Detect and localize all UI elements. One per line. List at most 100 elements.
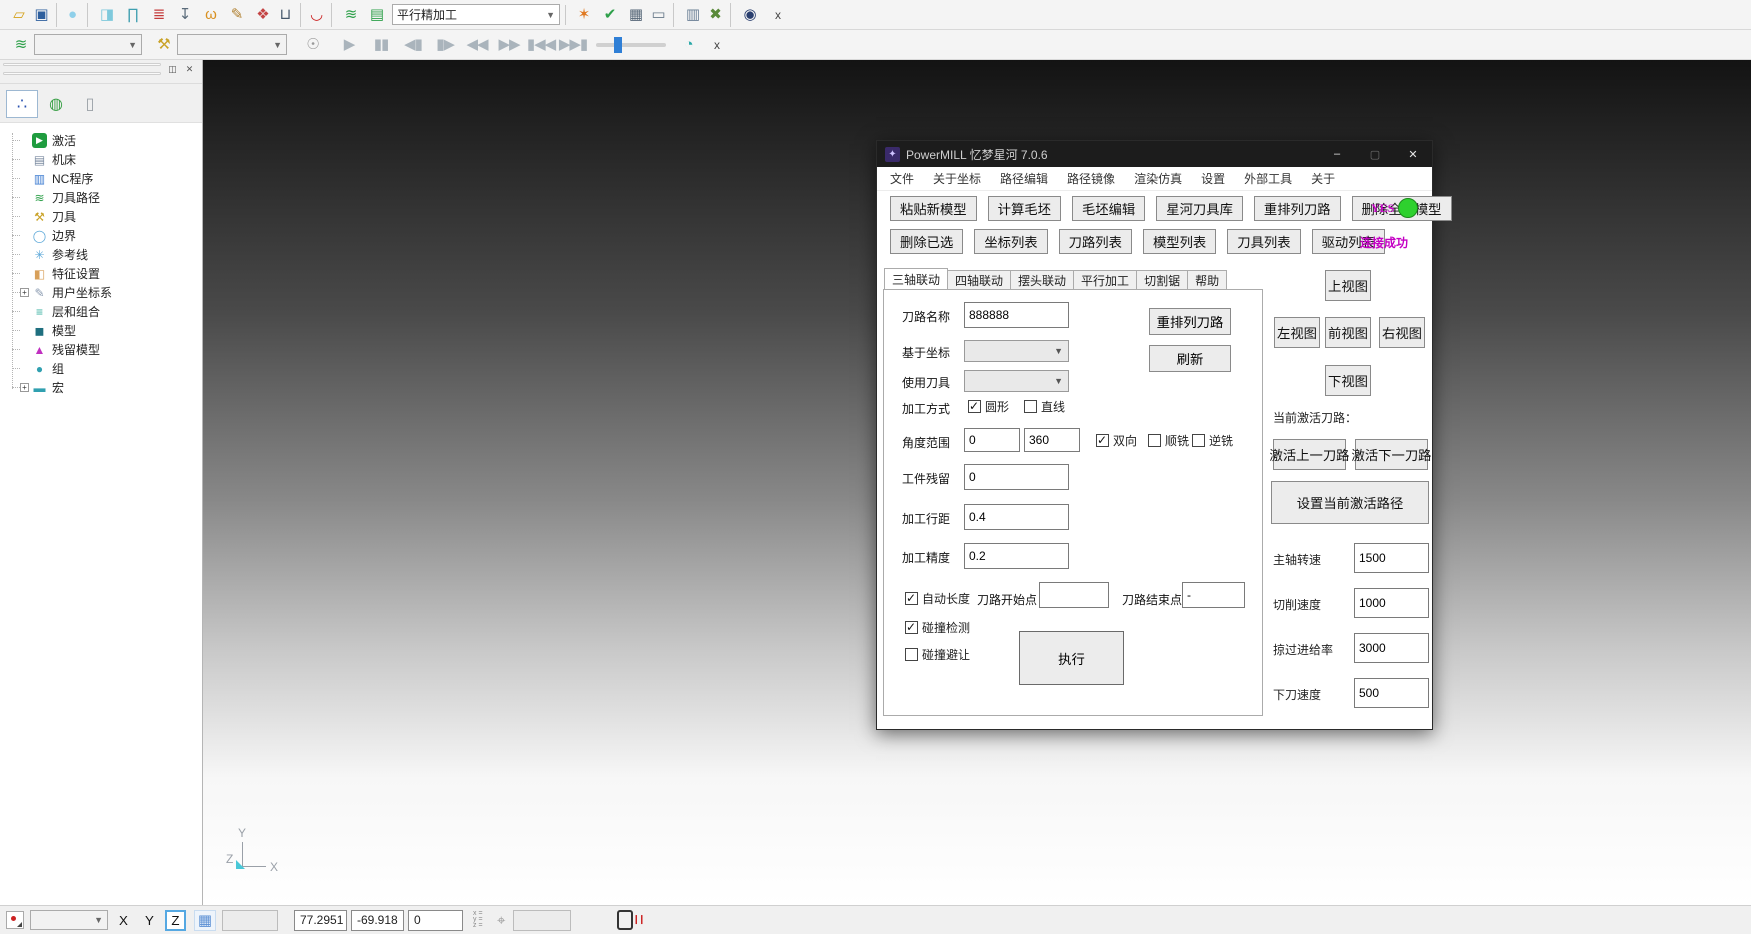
sim-toolbar-close-button[interactable]: x [708, 36, 726, 54]
sim-speed-slider[interactable] [596, 43, 666, 47]
line-checkbox[interactable]: 直线 [1024, 398, 1065, 415]
float-panel-icon[interactable]: ◫ [165, 62, 180, 76]
strategy-list-icon[interactable]: ▤ [365, 3, 389, 27]
view-bottom-button[interactable]: 下视图 [1325, 365, 1371, 396]
menu-item-6[interactable]: 设置 [1201, 170, 1225, 187]
auto-length-checkbox[interactable]: 自动长度 [905, 590, 970, 607]
activate-next-toolpath-button[interactable]: 激活下一刀路 [1355, 439, 1428, 470]
open-project-icon[interactable]: ▱ [7, 3, 31, 27]
tree-item-组[interactable]: + ● 组 [6, 359, 202, 378]
minimize-button[interactable]: – [1318, 141, 1356, 167]
menu-item-1[interactable]: 文件 [890, 170, 914, 187]
edit-toolpath-icon[interactable]: ✎ [225, 3, 249, 27]
rearrange-toolpath-button[interactable]: 重排列刀路 [1149, 308, 1231, 335]
pattern-points-icon[interactable]: ❖ [251, 3, 275, 27]
menu-item-7[interactable]: 外部工具 [1244, 170, 1292, 187]
axis-x-button[interactable]: X [113, 910, 134, 931]
calculator-icon[interactable]: ▦ [624, 3, 648, 27]
menu-item-3[interactable]: 路径编辑 [1000, 170, 1048, 187]
expand-icon[interactable]: + [20, 383, 29, 392]
tree-item-参考线[interactable]: + ✳ 参考线 [6, 245, 202, 264]
position-probe-icon[interactable]: ⌖ [497, 912, 505, 929]
measure-field[interactable] [513, 910, 571, 931]
shaded-view-icon[interactable]: ● [64, 3, 88, 27]
切削速度-input[interactable] [1354, 588, 1429, 618]
circular-checkbox[interactable]: 圆形 [968, 398, 1009, 415]
stock-model-icon[interactable]: ≣ [147, 3, 171, 27]
close-panel-icon[interactable]: ✕ [182, 62, 197, 76]
workplane-dropdown[interactable]: ▼ [30, 910, 108, 930]
toolpath-name-input[interactable] [964, 302, 1069, 328]
view-right-button[interactable]: 右视图 [1379, 317, 1425, 348]
tree-item-NC程序[interactable]: + ▥ NC程序 [6, 169, 202, 188]
主轴转速-input[interactable] [1354, 543, 1429, 573]
slider-handle[interactable] [614, 37, 622, 53]
grid-size-field[interactable] [222, 910, 278, 931]
grid-icon[interactable]: ▦ [194, 910, 216, 931]
recycle-bin-tab[interactable]: ▯ [74, 90, 106, 118]
tree-item-刀具路径[interactable]: + ≋ 刀具路径 [6, 188, 202, 207]
tab-帮助[interactable]: 帮助 [1187, 270, 1227, 289]
collision-check-checkbox[interactable]: 碰撞检测 [905, 619, 970, 636]
web-globe-tab[interactable]: ◍ [40, 90, 72, 118]
tab-平行加工[interactable]: 平行加工 [1073, 270, 1137, 289]
dock-groove[interactable] [3, 72, 161, 75]
set-active-path-button[interactable]: 设置当前激活路径 [1271, 481, 1429, 524]
tool-select[interactable]: ▼ [964, 370, 1069, 392]
tree-item-刀具[interactable]: + ⚒ 刀具 [6, 207, 202, 226]
tree-item-边界[interactable]: + ◯ 边界 [6, 226, 202, 245]
coord-select[interactable]: ▼ [964, 340, 1069, 362]
axis-y-button[interactable]: Y [139, 910, 160, 931]
tab-三轴联动[interactable]: 三轴联动 [884, 268, 948, 289]
sim-tool-select[interactable]: ▼ [177, 34, 287, 55]
view-left-button[interactable]: 左视图 [1274, 317, 1320, 348]
tolerance-input[interactable] [964, 543, 1069, 569]
close-button[interactable]: ✕ [1394, 141, 1432, 167]
tool-burst-icon[interactable]: ✶ [572, 3, 596, 27]
end-point-input[interactable] [1182, 582, 1245, 608]
view-top-button[interactable]: 上视图 [1325, 270, 1371, 301]
tree-item-宏[interactable]: + ▬ 宏 [6, 378, 202, 397]
stepover-input[interactable] [964, 504, 1069, 530]
tree-item-残留模型[interactable]: + ▲ 残留模型 [6, 340, 202, 359]
maximize-button[interactable]: ▢ [1356, 141, 1394, 167]
play-icon[interactable]: ▶ [337, 33, 361, 57]
tree-item-用户坐标系[interactable]: + ✎ 用户坐标系 [6, 283, 202, 302]
ball-tool-icon[interactable]: ↧ [173, 3, 197, 27]
sim-toolpath-select[interactable]: ▼ [34, 34, 142, 55]
tree-item-激活[interactable]: + ▶ 激活 [6, 131, 202, 150]
dialog-titlebar[interactable]: ✦ PowerMILL 忆梦星河 7.0.6 – ▢ ✕ [877, 141, 1432, 167]
boundary-path-icon[interactable]: ∏ [121, 3, 145, 27]
arc-lead-tool-icon[interactable]: ◡ [308, 3, 332, 27]
binoculars-icon[interactable]: ◉ [738, 3, 762, 27]
tree-item-机床[interactable]: + ▤ 机床 [6, 150, 202, 169]
refresh-button[interactable]: 刷新 [1149, 345, 1231, 372]
tab-切割锯[interactable]: 切割锯 [1136, 270, 1188, 289]
explorer-tree-tab[interactable]: ∴ [6, 90, 38, 118]
angle-to-input[interactable] [1024, 428, 1080, 452]
search-back-icon[interactable]: ◀◀ [465, 33, 489, 57]
menu-item-4[interactable]: 路径镜像 [1067, 170, 1115, 187]
strategy-dropdown[interactable]: 平行精加工 ▼ [392, 4, 560, 25]
clamp-pause-icon[interactable] [617, 910, 633, 930]
sim-clock-icon[interactable]: ◔ [677, 33, 701, 57]
menu-item-8[interactable]: 关于 [1311, 170, 1335, 187]
tree-item-模型[interactable]: + ◼ 模型 [6, 321, 202, 340]
save-project-icon[interactable]: ▣ [33, 3, 57, 27]
dialog-button-毛坯编辑[interactable]: 毛坯编辑 [1072, 196, 1145, 221]
transform-arrows-icon[interactable]: ✖ [707, 3, 731, 27]
tool-holder-icon[interactable]: ⊔ [277, 3, 301, 27]
menu-item-2[interactable]: 关于坐标 [933, 170, 981, 187]
collision-avoid-checkbox[interactable]: 碰撞避让 [905, 646, 970, 663]
go-end-icon[interactable]: ▶▶▮ [561, 33, 585, 57]
climb-mill-checkbox[interactable]: 顺铣 [1148, 432, 1189, 449]
tree-item-层和组合[interactable]: + ≡ 层和组合 [6, 302, 202, 321]
step-forward-icon[interactable]: ▮▶ [433, 33, 457, 57]
view-front-button[interactable]: 前视图 [1325, 317, 1371, 348]
stock-input[interactable] [964, 464, 1069, 490]
dialog-button-计算毛坯[interactable]: 计算毛坯 [988, 196, 1061, 221]
conventional-mill-checkbox[interactable]: 逆铣 [1192, 432, 1233, 449]
copy-clipboard-icon[interactable]: ▥ [681, 3, 705, 27]
execute-button[interactable]: 执行 [1019, 631, 1124, 685]
dialog-button-星河刀具库[interactable]: 星河刀具库 [1156, 196, 1243, 221]
